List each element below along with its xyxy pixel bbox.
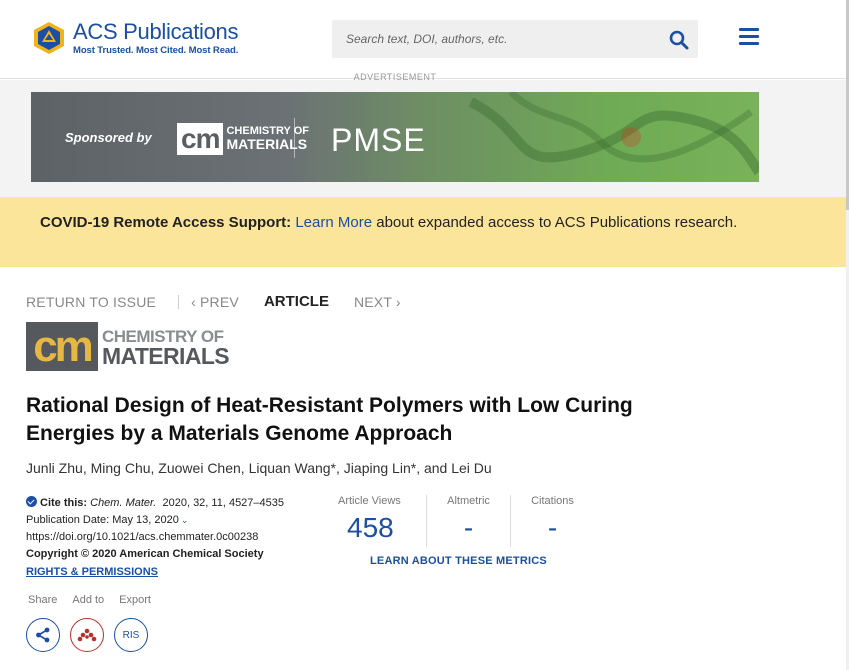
share-icon [36,627,50,643]
check-circle-icon [26,496,37,507]
tool-labels: Share Add to Export [28,594,166,606]
ris-label: RIS [122,629,140,641]
article-views-value: 458 [347,512,394,543]
ad-divider [294,118,295,158]
brand-tagline: Most Trusted. Most Cited. Most Read. [73,44,239,56]
share-label: Share [28,594,58,606]
ad-pmse-logo: PMSE [331,122,426,158]
notice-heading: COVID-19 Remote Access Support: [40,214,292,231]
advertisement-area: ADVERTISEMENT Sponsored by cm CHEMISTRY … [0,72,849,197]
journal-logo[interactable]: cm CHEMISTRY OF MATERIALS [26,322,230,371]
add-to-label: Add to [72,594,105,606]
ad-cm-mark: cm [177,123,224,155]
article-tools: RIS [26,618,158,652]
share-button[interactable] [26,618,60,652]
altmetric-metric[interactable]: Altmetric - [426,495,510,547]
author-link[interactable]: Jiaping Lin* [344,460,416,476]
rights-permissions-link[interactable]: RIGHTS & PERMISSIONS [26,564,158,581]
return-to-issue-link[interactable]: RETURN TO ISSUE [26,294,156,310]
publication-date: Publication Date: May 13, 2020 [26,514,179,526]
journal-name-line2: MATERIALS [102,343,230,369]
article-navigation: RETURN TO ISSUE ‹ PREV ARTICLE NEXT › [26,293,401,310]
author-link[interactable]: Zuowei Chen [158,460,241,476]
acs-hexagon-icon [31,20,67,56]
next-article-link[interactable]: NEXT › [354,294,401,310]
citations-value: - [547,512,558,543]
citation-details: 2020, 32, 11, 4527–4535 [162,497,285,509]
author-link[interactable]: Lei Du [451,460,491,476]
prev-article-link[interactable]: ‹ PREV [191,294,239,310]
author-list: Junli Zhu, Ming Chu, Zuowei Chen, Liquan… [26,460,492,476]
citations-metric[interactable]: Citations - [510,495,594,547]
sponsored-by-text: Sponsored by [65,130,152,145]
article-title: Rational Design of Heat-Resistant Polyme… [26,394,633,445]
covid-notice: COVID-19 Remote Access Support: Learn Mo… [0,197,849,267]
add-to-mendeley-button[interactable] [70,618,104,652]
current-article-tab[interactable]: ARTICLE [264,293,329,310]
notice-text: about expanded access to ACS Publication… [372,214,738,231]
doi-link[interactable]: https://doi.org/10.1021/acs.chemmater.0c… [26,529,284,546]
search-icon[interactable] [668,29,690,51]
altmetric-label: Altmetric [447,495,490,507]
article-views-metric[interactable]: Article Views 458 [338,495,424,547]
sponsor-banner[interactable]: Sponsored by cm CHEMISTRY OF MATERIALS P… [31,92,759,182]
nav-divider [178,294,180,309]
learn-more-link[interactable]: Learn More [295,214,372,231]
acs-logo[interactable]: ACS Publications Most Trusted. Most Cite… [31,20,238,56]
site-header: ACS Publications Most Trusted. Most Cite… [0,0,849,79]
author-link[interactable]: Ming Chu [91,460,151,476]
journal-cm-mark: cm [26,322,98,371]
citations-label: Citations [531,495,574,507]
export-ris-button[interactable]: RIS [114,618,148,652]
search-bar [332,20,698,58]
export-label: Export [119,594,151,606]
learn-about-metrics-link[interactable]: LEARN ABOUT THESE METRICS [370,555,547,567]
chevron-down-icon[interactable]: ⌄ [181,515,189,525]
search-input[interactable] [332,20,632,58]
banner-decoration-icon [468,92,759,176]
author-link[interactable]: Junli Zhu [26,460,83,476]
brand-name: ACS Publications [73,18,239,44]
citation-block: Cite this: Chem. Mater. 2020, 32, 11, 45… [26,495,284,581]
ad-chem-materials-logo: cm CHEMISTRY OF MATERIALS [177,123,309,155]
author-link[interactable]: Liquan Wang* [249,460,336,476]
ad-cm-words-2: MATERIALS [226,136,308,152]
hamburger-menu-icon[interactable] [739,28,759,46]
altmetric-value: - [463,512,474,543]
article-views-label: Article Views [338,495,401,507]
mendeley-icon [77,628,97,642]
advertisement-label: ADVERTISEMENT [353,72,437,82]
cite-label: Cite this: [40,497,88,509]
copyright-text: Copyright © 2020 American Chemical Socie… [26,548,264,560]
journal-abbreviation: Chem. Mater. [90,497,157,509]
